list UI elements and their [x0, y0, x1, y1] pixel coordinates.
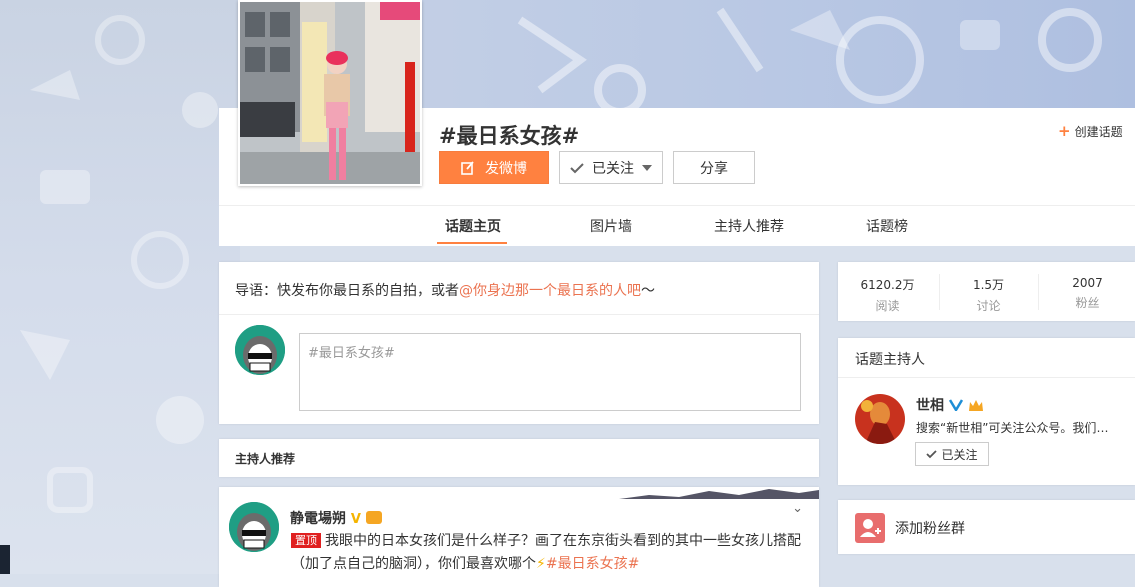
create-topic-link[interactable]: + 创建话题: [1058, 122, 1123, 140]
people-icon: [860, 519, 881, 537]
post-author-name[interactable]: 静電場朔 V: [290, 508, 382, 528]
cartoon-avatar-image: [235, 325, 285, 375]
share-label: 分享: [700, 160, 728, 177]
stat-reads-label: 阅读: [875, 299, 900, 313]
chevron-down-icon[interactable]: ⌄: [792, 501, 803, 516]
active-tab-indicator: [437, 242, 507, 244]
tab-photo-wall[interactable]: 图片墙: [590, 216, 632, 236]
cartoon-avatar-image: [229, 502, 279, 552]
plus-icon: +: [1058, 122, 1071, 140]
feed-post: 静電場朔 V ⌄ 置顶 我眼中的日本女孩们是什么样子？画了在东京街头看到的其中一些…: [219, 487, 819, 587]
post-topic-link[interactable]: #最日系女孩#: [546, 556, 639, 572]
fans-group-icon: [855, 513, 885, 543]
tab-topic-ranking[interactable]: 话题榜: [866, 216, 908, 236]
topic-host-card: 话题主持人 世相 搜索“新世相”可关注公众号。我们够... 已关注: [838, 338, 1135, 485]
fans-group-label: 添加粉丝群: [895, 521, 965, 537]
stat-reads: 6120.2万 阅读: [838, 276, 937, 314]
stat-fans: 2007 粉丝: [1038, 276, 1135, 311]
intro-suffix: ～: [641, 283, 655, 299]
host-follow-button[interactable]: 已关注: [915, 442, 989, 466]
verified-icon: [949, 399, 963, 411]
check-icon: [570, 162, 584, 173]
stat-fans-value: 2007: [1072, 276, 1103, 290]
crown-icon: [969, 399, 983, 411]
host-description: 搜索“新世相”可关注公众号。我们够...: [916, 421, 1116, 435]
stat-discussions-label: 讨论: [976, 299, 1001, 313]
topic-host-title: 话题主持人: [855, 352, 925, 368]
fans-group-card[interactable]: 添加粉丝群: [838, 500, 1135, 554]
create-topic-label: 创建话题: [1074, 124, 1123, 139]
tab-host-recommend[interactable]: 主持人推荐: [714, 216, 784, 236]
caret-down-icon: [642, 164, 652, 171]
page-background: [0, 0, 240, 574]
background-pattern: [20, 15, 218, 513]
post-author-avatar[interactable]: [229, 502, 279, 552]
host-avatar[interactable]: [855, 394, 905, 444]
topic-stats: 6120.2万 阅读 1.5万 讨论 2007 粉丝: [838, 262, 1135, 321]
host-recommend-title: 主持人推荐: [235, 452, 296, 466]
divider: [838, 377, 1135, 378]
check-icon: [926, 449, 938, 458]
edge-artifact: [0, 545, 10, 574]
host-avatar-image: [855, 394, 905, 444]
host-name-label: 世相: [916, 398, 944, 414]
topic-title: #最日系女孩#: [439, 124, 580, 148]
intro-text: 导语：快发布你最日系的自拍，或者@你身边那一个最日系的人吧～: [235, 280, 655, 300]
intro-mention-link[interactable]: @你身边那一个最日系的人吧: [459, 283, 641, 299]
follow-topic-button[interactable]: 已关注: [559, 151, 663, 184]
stat-discussions: 1.5万 讨论: [939, 276, 1038, 314]
follow-topic-label: 已关注: [592, 160, 634, 177]
stat-reads-value: 6120.2万: [860, 278, 915, 292]
post-composer-input[interactable]: #最日系女孩#: [299, 333, 801, 411]
share-button[interactable]: 分享: [673, 151, 755, 184]
topic-cover-image[interactable]: [238, 0, 422, 186]
post-author-label: 静電場朔: [290, 511, 346, 527]
street-photo-image: [240, 2, 420, 184]
tabs-divider: [219, 205, 1135, 206]
ink-landscape-decoration: [619, 489, 819, 499]
pin-badge: 置顶: [291, 533, 321, 548]
post-weibo-button[interactable]: 发微博: [439, 151, 549, 184]
tab-topic-home[interactable]: 话题主页: [445, 216, 501, 236]
intro-card: 导语：快发布你最日系的自拍，或者@你身边那一个最日系的人吧～ #最日系女孩#: [219, 262, 819, 424]
divider: [219, 314, 819, 315]
host-follow-label: 已关注: [941, 447, 978, 462]
host-recommend-header: 主持人推荐: [219, 439, 819, 477]
host-name[interactable]: 世相: [916, 395, 984, 415]
post-weibo-label: 发微博: [485, 160, 527, 177]
lightning-icon: ⚡: [536, 556, 546, 572]
verified-yellow-icon: V: [350, 512, 361, 527]
edit-icon: [461, 160, 474, 175]
badge-icon: [365, 511, 382, 524]
post-content: 置顶 我眼中的日本女孩们是什么样子？画了在东京街头看到的其中一些女孩儿搭配（加了点…: [291, 530, 801, 576]
stat-discussions-value: 1.5万: [972, 278, 1005, 292]
user-avatar[interactable]: [235, 325, 285, 375]
intro-prefix: 导语：快发布你最日系的自拍，或者: [235, 283, 459, 299]
stat-fans-label: 粉丝: [1075, 296, 1100, 310]
